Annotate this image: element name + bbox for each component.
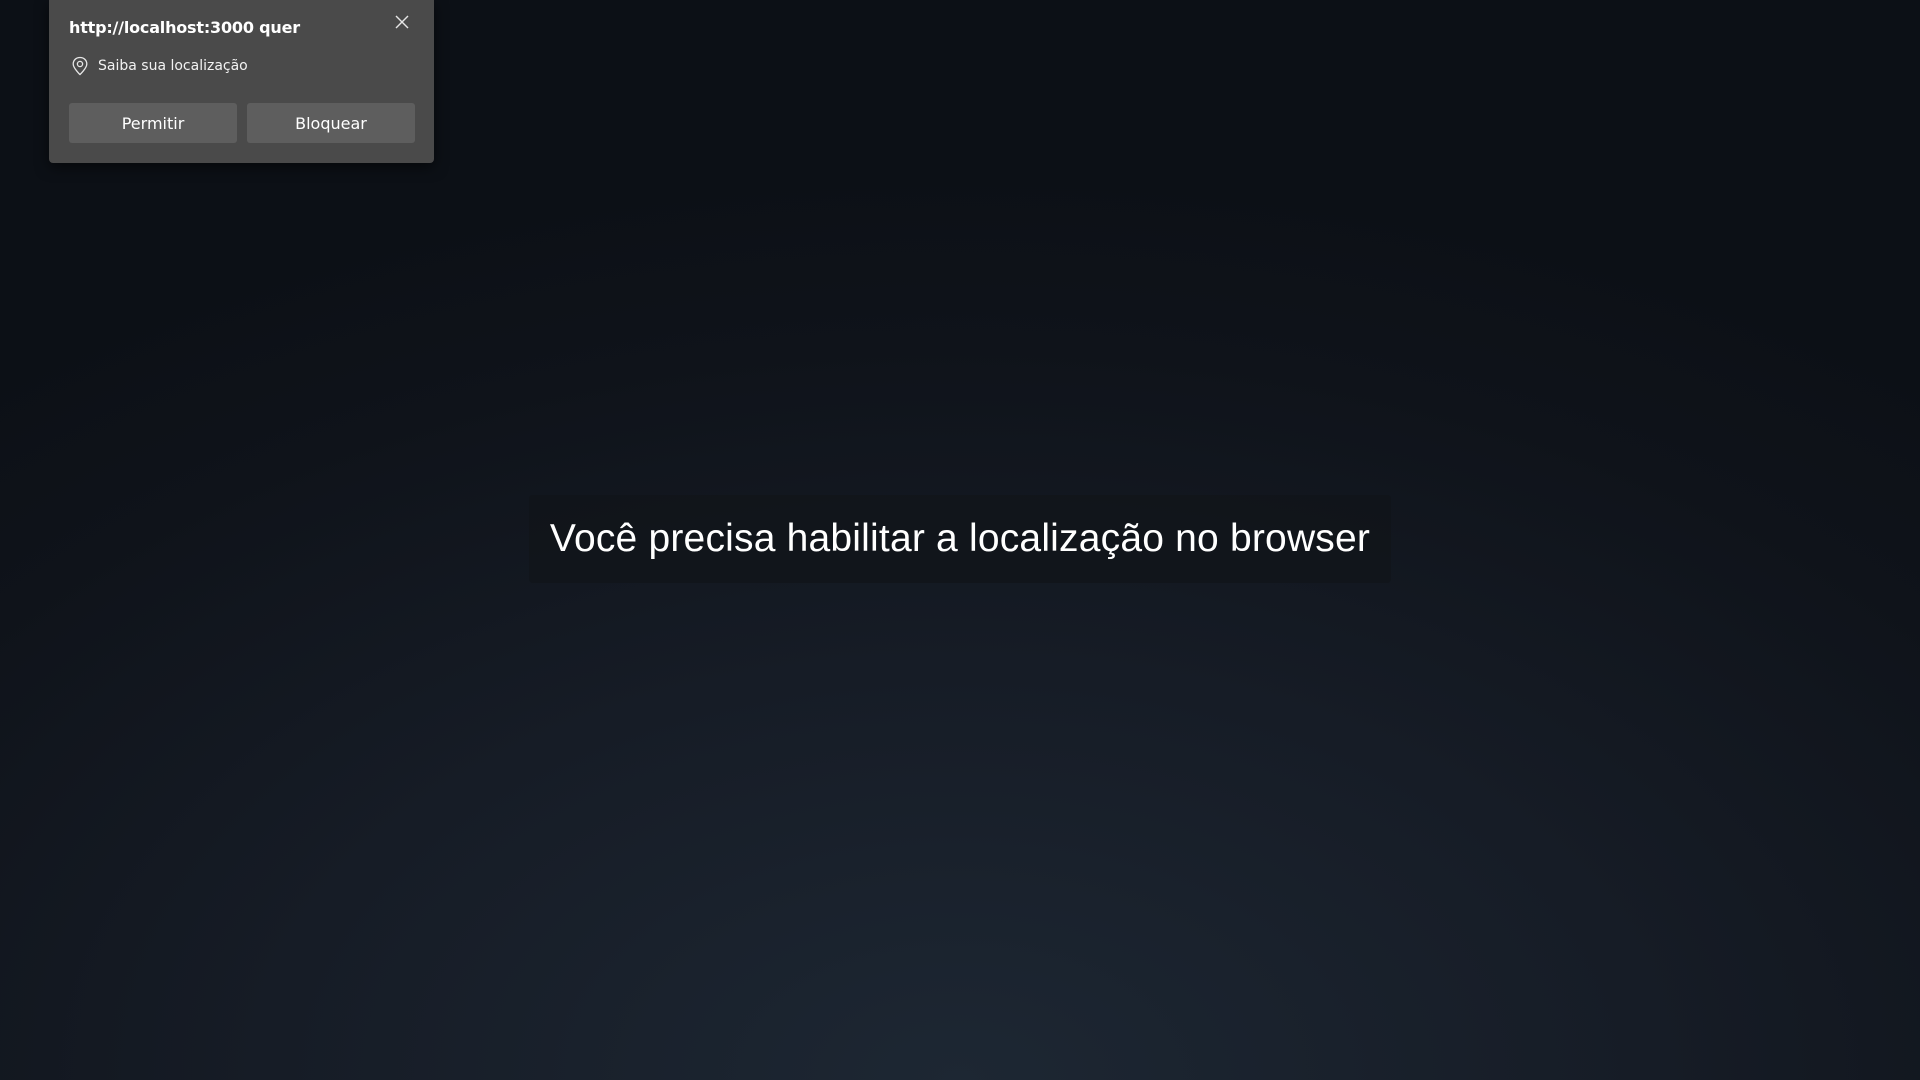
permission-request-row: Saiba sua localização [71, 56, 248, 76]
close-icon [395, 15, 409, 29]
block-button[interactable]: Bloquear [247, 103, 415, 143]
location-required-message: Você precisa habilitar a localização no … [529, 495, 1391, 583]
allow-button[interactable]: Permitir [69, 103, 237, 143]
popup-title: http://localhost:3000 quer [69, 18, 300, 37]
close-button[interactable] [390, 10, 414, 34]
message-text: Você precisa habilitar a localização no … [549, 517, 1371, 560]
permission-label: Saiba sua localização [98, 58, 248, 74]
location-pin-icon [72, 56, 88, 76]
location-permission-popup: http://localhost:3000 quer Saiba sua loc… [49, 0, 434, 163]
